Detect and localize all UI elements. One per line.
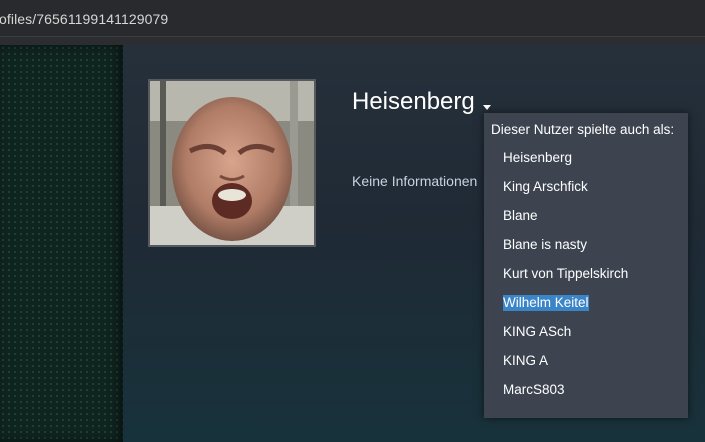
profile-avatar[interactable] (148, 79, 316, 247)
profile-summary: Keine Informationen (352, 173, 478, 189)
alias-item: Blane is nasty (503, 237, 588, 252)
alias-item: KING ASch (503, 324, 572, 339)
alias-item: Heisenberg (503, 150, 573, 165)
browser-toolbar-strip (0, 37, 705, 45)
alias-item: Blane (503, 208, 538, 223)
name-history-popup: Dieser Nutzer spielte auch als: Heisenbe… (484, 113, 688, 418)
persona-name: Heisenberg (352, 88, 475, 115)
persona-name-dropdown[interactable]: Heisenberg (352, 88, 491, 116)
alias-item: Kurt von Tippelskirch (503, 266, 629, 281)
avatar-image (150, 81, 314, 245)
alias-item: KING A (503, 353, 549, 368)
chevron-down-icon[interactable] (482, 104, 491, 110)
popup-header: Dieser Nutzer spielte auch als: (491, 122, 675, 137)
profile-background-left (0, 45, 123, 442)
address-url[interactable]: ofiles/76561199141129079 (0, 11, 168, 27)
alias-item: King Arschfick (503, 179, 588, 194)
browser-address-bar[interactable]: ofiles/76561199141129079 (0, 0, 705, 37)
alias-item: MarcS803 (503, 382, 565, 397)
alias-item-selected[interactable]: Wilhelm Keitel (503, 295, 589, 311)
